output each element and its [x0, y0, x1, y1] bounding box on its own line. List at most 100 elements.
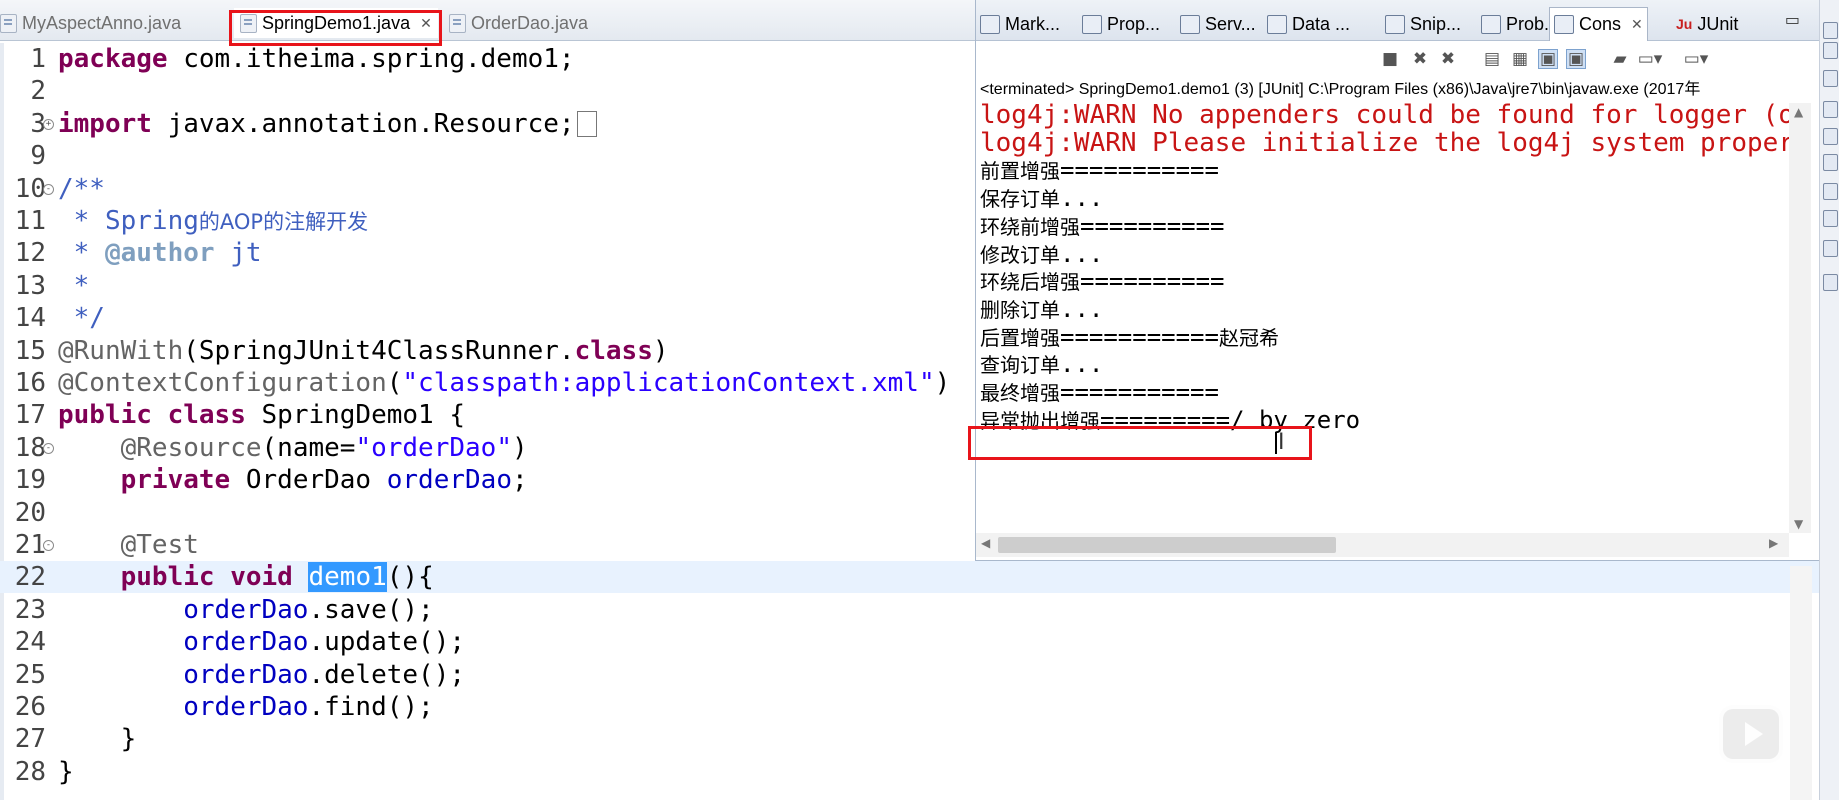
editor-vertical-scrollbar[interactable]: [1790, 566, 1812, 800]
tab-junit[interactable]: Ju JUnit: [1676, 9, 1738, 39]
view-icon[interactable]: [1823, 274, 1838, 291]
collapse-fold-icon[interactable]: -: [43, 183, 54, 195]
text-caret: [1275, 432, 1277, 454]
view-icon[interactable]: [1823, 70, 1838, 87]
view-icon[interactable]: [1823, 42, 1838, 59]
console-text: ...: [1060, 294, 1104, 323]
tab-console[interactable]: Cons ✕: [1549, 7, 1648, 41]
show-console-out-icon[interactable]: ▣: [1538, 49, 1558, 69]
tab-problems[interactable]: Prob...: [1481, 9, 1559, 39]
tab-servers[interactable]: Serv...: [1180, 9, 1256, 39]
code-line[interactable]: 23 orderDao.save();: [0, 594, 975, 626]
code-line[interactable]: 25 orderDao.delete();: [0, 659, 975, 691]
console-text: 删除订单: [980, 297, 1060, 322]
minimize-icon[interactable]: ▭: [1785, 10, 1800, 29]
code-token: package: [58, 44, 168, 74]
code-line[interactable]: 24 orderDao.update();: [0, 626, 975, 658]
code-line[interactable]: 27 }: [0, 723, 975, 755]
code-text: * @author jt: [58, 237, 262, 269]
console-text: ===========: [1060, 322, 1219, 351]
scroll-thumb[interactable]: [998, 537, 1336, 553]
line-number: 11: [14, 206, 46, 236]
code-line[interactable]: 20: [0, 497, 975, 529]
display-console-icon[interactable]: ▭▾: [1638, 49, 1663, 69]
code-line[interactable]: 19 private OrderDao orderDao;: [0, 464, 975, 496]
code-token: orderDao: [183, 594, 309, 625]
code-line[interactable]: 9: [0, 140, 975, 172]
code-token: @Resource: [120, 432, 262, 463]
console-text: ===========: [1060, 378, 1219, 406]
video-play-icon[interactable]: [1719, 705, 1783, 763]
code-line[interactable]: 13 *: [0, 270, 975, 302]
code-line[interactable]: 11 * Spring的AOP的注解开发: [0, 205, 975, 237]
close-icon[interactable]: ✕: [1631, 16, 1643, 33]
tab-orderdao[interactable]: OrderDao.java: [449, 8, 588, 38]
show-console-err-icon[interactable]: ▣: [1566, 49, 1586, 69]
view-icon[interactable]: [1823, 101, 1838, 118]
console-icon: [1554, 15, 1574, 34]
code-line[interactable]: 28}: [0, 756, 975, 788]
console-text: 前置增强: [980, 159, 1060, 184]
console-output[interactable]: log4j:WARN No appenders could be found f…: [980, 103, 1790, 533]
code-text: @Resource(name="orderDao"): [58, 432, 528, 464]
data-source-icon: [1267, 14, 1287, 34]
word-wrap-icon[interactable]: ▦: [1510, 49, 1530, 69]
code-text: */: [58, 302, 105, 334]
collapse-fold-icon[interactable]: -: [43, 442, 54, 454]
code-text: package com.itheima.spring.demo1;: [58, 43, 575, 75]
expand-fold-icon[interactable]: +: [43, 118, 54, 130]
code-line[interactable]: 18- @Resource(name="orderDao"): [0, 432, 975, 464]
code-line[interactable]: 15 @RunWith(SpringJUnit4ClassRunner.class…: [0, 335, 975, 367]
collapse-fold-icon[interactable]: -: [43, 540, 54, 551]
code-line[interactable]: 21- @Test: [0, 529, 975, 561]
line-number: 27: [14, 724, 46, 755]
scroll-right-icon[interactable]: ▶: [1769, 536, 1778, 550]
open-console-icon[interactable]: ▭▾: [1684, 49, 1709, 69]
view-icon[interactable]: [1823, 22, 1838, 39]
ibeam-cursor-icon: I: [1278, 430, 1285, 455]
code-token: (){: [386, 562, 434, 593]
tab-snippets[interactable]: Snip...: [1385, 9, 1461, 39]
tab-label: OrderDao.java: [471, 12, 589, 33]
view-icon[interactable]: [1823, 154, 1838, 171]
console-vertical-scrollbar[interactable]: ▲ ▼: [1789, 103, 1811, 533]
scroll-up-icon[interactable]: ▲: [1794, 105, 1803, 119]
view-icon[interactable]: [1823, 240, 1838, 257]
code-line[interactable]: 14 */: [0, 302, 975, 334]
tab-data-source[interactable]: Data ...: [1267, 9, 1350, 39]
tab-properties[interactable]: Prop...: [1082, 9, 1160, 39]
code-token: @ContextConfiguration: [58, 368, 387, 398]
code-line[interactable]: 17 public class SpringDemo1 {: [0, 399, 975, 431]
view-icon[interactable]: [1823, 210, 1838, 227]
code-line[interactable]: 26 orderDao.find();: [0, 691, 975, 723]
scroll-left-icon[interactable]: ◀: [981, 536, 990, 550]
terminate-icon[interactable]: ■: [1380, 49, 1400, 69]
console-view: Mark... Prop... Serv... Data ... Snip...…: [975, 0, 1820, 561]
view-icon[interactable]: [1823, 128, 1838, 145]
line-number: 10: [14, 173, 46, 204]
code-line[interactable]: 12 * @author jt: [0, 237, 975, 269]
code-line[interactable]: 16 @ContextConfiguration("classpath:appli…: [0, 367, 975, 399]
snippets-icon: [1385, 14, 1405, 34]
remove-all-icon[interactable]: ✖: [1438, 49, 1458, 69]
tab-myaspectanno[interactable]: MyAspectAnno.java: [0, 8, 181, 38]
code-text: orderDao.update();: [58, 626, 465, 658]
code-line[interactable]: 1 package com.itheima.spring.demo1;: [0, 43, 975, 75]
view-icon[interactable]: [1823, 183, 1838, 200]
tab-markers[interactable]: Mark...: [980, 9, 1060, 39]
code-line[interactable]: 10-/**: [0, 173, 975, 205]
remove-launch-icon[interactable]: ✖: [1410, 49, 1430, 69]
code-line[interactable]: 2: [0, 75, 975, 107]
code-line[interactable]: 3 + import javax.annotation.Resource;: [0, 108, 975, 140]
console-horizontal-scrollbar[interactable]: ◀ ▶: [976, 533, 1789, 557]
code-token: (: [386, 368, 403, 398]
pin-console-icon[interactable]: ▰: [1610, 49, 1630, 69]
scroll-lock-icon[interactable]: ▤: [1482, 49, 1502, 69]
folded-code-marker-icon[interactable]: [576, 111, 597, 138]
junit-icon: Ju: [1676, 15, 1693, 32]
console-text: ...: [1060, 350, 1104, 379]
line-number: 16: [14, 368, 46, 398]
code-line[interactable]: 22 public void demo1(){: [0, 561, 1839, 594]
scroll-down-icon[interactable]: ▼: [1794, 517, 1803, 531]
